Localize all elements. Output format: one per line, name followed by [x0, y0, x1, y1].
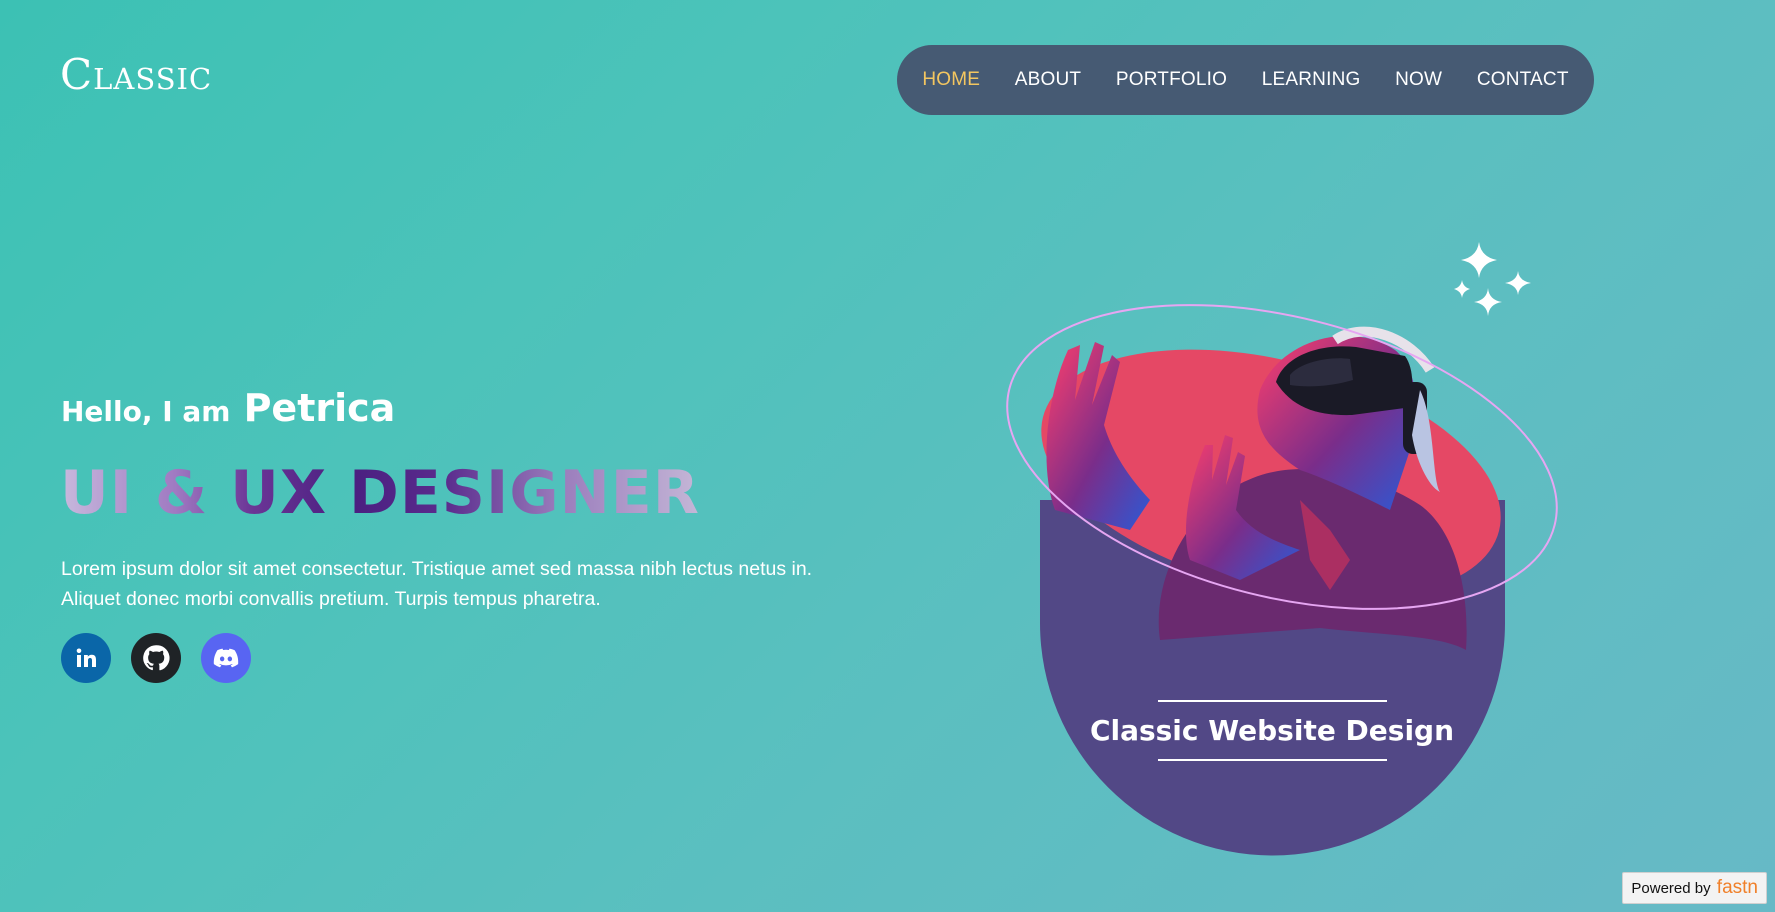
hero-illustration: Classic Website Design: [1006, 242, 1558, 856]
powered-by-badge[interactable]: Powered by fastn: [1622, 872, 1767, 904]
nav-portfolio[interactable]: PORTFOLIO: [1116, 69, 1227, 91]
role-heading: UI & UX DESIGNER: [60, 458, 700, 528]
greeting-name: Petrica: [243, 386, 396, 430]
linkedin-icon: [76, 648, 96, 667]
powered-label: Powered by: [1631, 880, 1711, 897]
nav-now[interactable]: NOW: [1395, 69, 1442, 91]
discord-icon: [213, 648, 239, 668]
hero-caption: Classic Website Design: [1090, 714, 1454, 747]
github-button[interactable]: [131, 633, 181, 683]
discord-button[interactable]: [201, 633, 251, 683]
sparkle-icon: [1454, 242, 1531, 316]
github-icon: [143, 645, 170, 671]
greeting-hello: Hello, I am: [61, 395, 231, 428]
nav-about[interactable]: ABOUT: [1015, 69, 1081, 91]
greeting: Hello, I am Petrica: [61, 386, 395, 430]
nav-contact[interactable]: CONTACT: [1477, 69, 1569, 91]
social-links: [61, 633, 251, 683]
bio-text: Lorem ipsum dolor sit amet consectetur. …: [61, 554, 901, 614]
bio-line-1: Lorem ipsum dolor sit amet consectetur. …: [61, 558, 813, 580]
main-nav: HOME ABOUT PORTFOLIO LEARNING NOW CONTAC…: [897, 45, 1594, 115]
linkedin-button[interactable]: [61, 633, 111, 683]
nav-learning[interactable]: LEARNING: [1262, 69, 1361, 91]
bio-line-2: Aliquet donec morbi convallis pretium. T…: [61, 588, 601, 610]
site-logo[interactable]: Classic: [60, 54, 212, 96]
fastn-brand: fastn: [1716, 877, 1758, 898]
nav-home[interactable]: HOME: [922, 69, 980, 91]
